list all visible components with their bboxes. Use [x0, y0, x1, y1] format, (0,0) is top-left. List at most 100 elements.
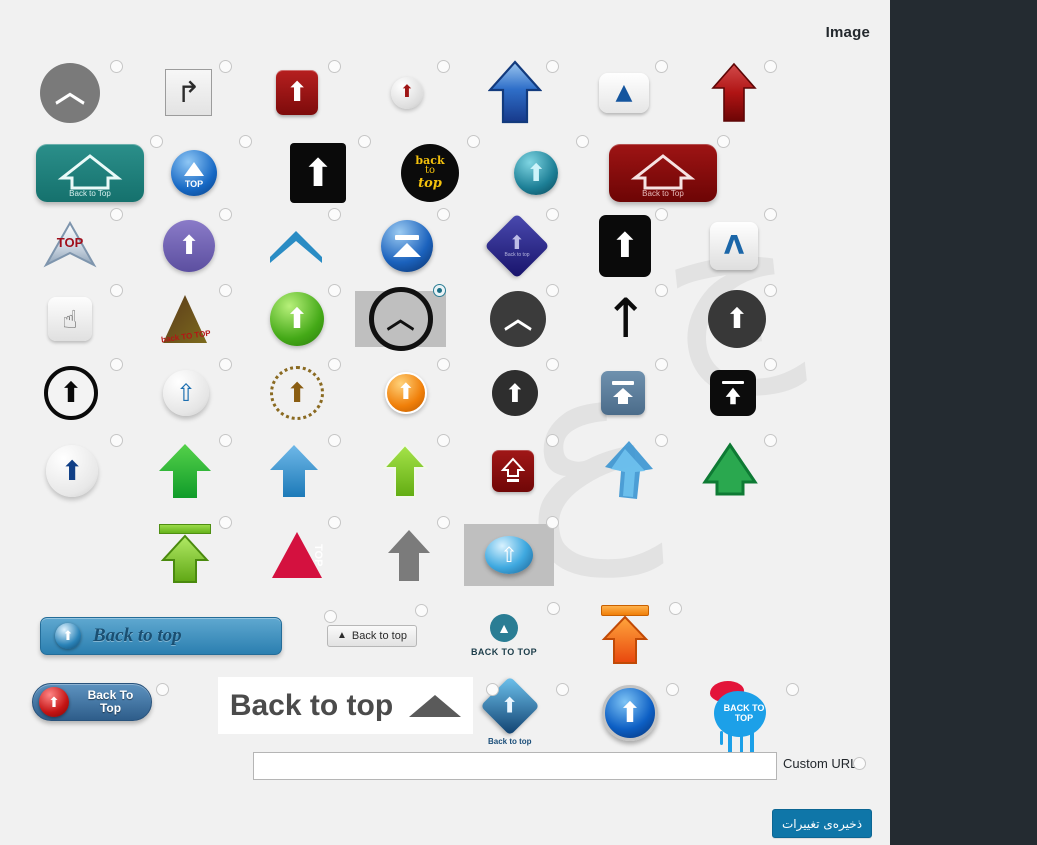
option-white-ball-blue-outline-arrow[interactable]: ⇧: [137, 354, 246, 428]
option-dark-circle-chevron[interactable]: ︿: [464, 280, 573, 354]
option-white-big-back-to-top-button[interactable]: Back to top: [166, 671, 499, 761]
option-radio[interactable]: [546, 284, 559, 297]
option-radio[interactable]: [666, 683, 679, 696]
option-red-gradient-arrow[interactable]: [682, 48, 791, 133]
option-radio[interactable]: [547, 602, 560, 615]
option-radio[interactable]: [328, 208, 341, 221]
option-green-bar-arrow[interactable]: [137, 510, 246, 596]
option-radio[interactable]: [328, 358, 341, 371]
option-hand-pointer-square[interactable]: ☝: [28, 280, 137, 354]
option-white-pill-blue-triangle[interactable]: ▲: [573, 48, 682, 133]
option-lime-3d-arrow[interactable]: [355, 428, 464, 510]
option-radio[interactable]: [764, 60, 777, 73]
option-radio[interactable]: [110, 60, 123, 73]
option-radio[interactable]: [546, 516, 559, 529]
option-white-ball-red-arrow[interactable]: ⬆: [355, 48, 464, 133]
option-orange-circle-arrow[interactable]: ⬆: [355, 354, 464, 428]
option-blue-pill-back-to-top-button[interactable]: ⬆ Back To Top: [28, 671, 169, 761]
option-orange-bar-arrow[interactable]: [577, 596, 707, 671]
option-radio[interactable]: [328, 516, 341, 529]
option-radio[interactable]: [669, 602, 682, 615]
option-gray-circle-chevron[interactable]: ︿: [28, 48, 137, 133]
option-radio[interactable]: [219, 60, 232, 73]
option-gray-flat-arrow[interactable]: [355, 510, 464, 596]
option-paint-splatter-back-to-top[interactable]: BACK TO TOP: [686, 671, 806, 771]
save-changes-button[interactable]: ذخیره‌ی تغییرات: [772, 809, 872, 838]
option-dark-circle-small-arrow[interactable]: ⬆: [682, 280, 791, 354]
option-blue-eject-circle[interactable]: [355, 208, 464, 280]
option-steel-blue-square-arrow[interactable]: [573, 354, 682, 428]
option-radio[interactable]: [556, 683, 569, 696]
option-ring-chevron-selected[interactable]: ︿: [355, 280, 464, 354]
option-radio[interactable]: [110, 208, 123, 221]
option-teal-round-back-to-top[interactable]: ▲ BACK TO TOP: [447, 596, 577, 671]
option-radio[interactable]: [437, 358, 450, 371]
option-radio[interactable]: [764, 284, 777, 297]
option-big-blue-round-arrow[interactable]: ⬆: [576, 671, 686, 761]
option-radio[interactable]: [437, 60, 450, 73]
option-radio[interactable]: [239, 135, 252, 148]
option-red-rounded-square-arrow[interactable]: ⬆: [246, 48, 355, 133]
option-light-square-blue-caret[interactable]: Λ: [682, 208, 791, 280]
option-radio[interactable]: [717, 135, 730, 148]
option-radio[interactable]: [546, 208, 559, 221]
option-black-rounded-rect-arrow[interactable]: ⬆: [573, 208, 682, 280]
option-radio[interactable]: [150, 135, 163, 148]
option-radio[interactable]: [328, 284, 341, 297]
option-green-3d-arrow[interactable]: [137, 428, 246, 510]
option-radio[interactable]: [437, 434, 450, 447]
option-blue-orb-top[interactable]: TOP: [157, 133, 266, 208]
option-teal-back-to-top-button[interactable]: Back to Top: [28, 133, 163, 208]
option-radio[interactable]: [655, 284, 668, 297]
option-radio[interactable]: [655, 358, 668, 371]
option-radio[interactable]: [358, 135, 371, 148]
option-radio[interactable]: [467, 135, 480, 148]
option-black-square-bar-arrow[interactable]: [682, 354, 791, 428]
option-blue-bar-back-to-top-button[interactable]: ⬆ Back to top: [28, 596, 337, 671]
option-radio[interactable]: [655, 60, 668, 73]
option-radio[interactable]: [546, 60, 559, 73]
option-radio[interactable]: [219, 434, 232, 447]
option-dark-red-square-line-arrow[interactable]: [464, 428, 573, 510]
option-radio[interactable]: [437, 208, 450, 221]
option-black-circle-back-to-top[interactable]: back to top: [375, 133, 484, 208]
option-dark-red-back-to-top-button[interactable]: Back to Top: [593, 133, 730, 208]
option-radio[interactable]: [546, 434, 559, 447]
option-white-ball-navy-arrow[interactable]: ⬆: [28, 428, 137, 510]
option-radio[interactable]: [110, 434, 123, 447]
option-blue-gradient-arrow[interactable]: [464, 48, 573, 133]
option-radio[interactable]: [786, 683, 799, 696]
option-small-gray-back-to-top-button[interactable]: ▲ Back to top: [327, 596, 447, 671]
option-radio[interactable]: [219, 516, 232, 529]
option-outline-circle-black-arrow[interactable]: ⬆: [28, 354, 137, 428]
option-radio[interactable]: [486, 683, 499, 696]
option-radio[interactable]: [576, 135, 589, 148]
option-radio[interactable]: [219, 208, 232, 221]
option-green-outline-arrow[interactable]: [682, 428, 791, 510]
option-plain-black-arrow[interactable]: ↑: [573, 280, 682, 354]
option-blue-diamond-back-to-top[interactable]: ⬆ Back to top: [466, 671, 576, 761]
option-radio[interactable]: [433, 284, 446, 297]
option-top-dart[interactable]: TOP: [28, 208, 137, 280]
option-radio[interactable]: [764, 358, 777, 371]
option-radio[interactable]: [110, 284, 123, 297]
option-radio[interactable]: [546, 358, 559, 371]
option-radio[interactable]: [156, 683, 169, 696]
option-brown-triangle-back-to-top[interactable]: back TO TOP: [137, 280, 246, 354]
option-dark-circle-fat-arrow[interactable]: ⬆: [464, 354, 573, 428]
option-navy-diamond-back-to-top[interactable]: ⬆ Back to top: [464, 208, 573, 280]
option-blue-3d-arrow[interactable]: [246, 428, 355, 510]
option-radio[interactable]: [110, 358, 123, 371]
option-green-circle-arrow[interactable]: ⬆: [246, 280, 355, 354]
option-teal-orb-arrow[interactable]: ⬆: [484, 133, 593, 208]
custom-url-radio[interactable]: [853, 757, 866, 770]
option-black-square-white-arrow[interactable]: ⬆: [266, 133, 375, 208]
option-radio[interactable]: [655, 208, 668, 221]
option-radio[interactable]: [764, 208, 777, 221]
option-blue-perspective-arrow[interactable]: [573, 428, 682, 510]
custom-url-input[interactable]: [253, 752, 777, 780]
option-radio[interactable]: [415, 604, 428, 617]
option-radio[interactable]: [219, 284, 232, 297]
option-uturn-arrow-square[interactable]: ↱: [137, 48, 246, 133]
option-radio[interactable]: [764, 434, 777, 447]
